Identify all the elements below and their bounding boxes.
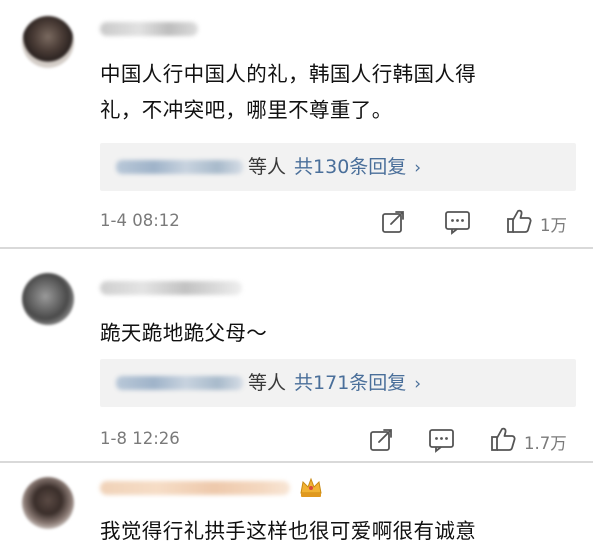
comment-text: 中国人行中国人的礼，韩国人行韩国人得 礼，不冲突吧，哪里不尊重了。 (100, 62, 477, 122)
like-count: 1万 (540, 216, 567, 235)
like-count: 1.7万 (524, 434, 567, 453)
comment-actions: 1-8 12:26 1.7万 (0, 425, 593, 455)
comment-text: 跪天跪地跪父母～ (100, 321, 268, 345)
comment-time: 1-4 08:12 (100, 211, 180, 230)
thumbs-up-icon[interactable] (506, 207, 534, 235)
reply-summary[interactable]: 等人 共171条回复 › (248, 369, 421, 398)
reply-count[interactable]: 共171条回复 (294, 372, 406, 394)
reply-preview[interactable]: 等人 共171条回复 › (100, 359, 576, 407)
comment-icon[interactable] (428, 427, 456, 453)
thumbs-up-icon[interactable] (490, 425, 518, 453)
username-blurred[interactable] (100, 22, 198, 36)
crown-icon (298, 475, 324, 503)
username-blurred[interactable] (100, 481, 290, 495)
chevron-right-icon: › (414, 374, 422, 394)
share-icon[interactable] (368, 427, 394, 453)
avatar[interactable] (22, 16, 74, 68)
avatar[interactable] (22, 477, 74, 529)
comment-time: 1-8 12:26 (100, 429, 180, 448)
reply-preview[interactable]: 等人 共130条回复 › (100, 143, 576, 191)
reply-usernames-blurred (116, 160, 243, 174)
reply-count[interactable]: 共130条回复 (294, 156, 406, 178)
comment-text: 我觉得行礼拱手这样也很可爱啊很有诚意 (100, 519, 477, 543)
share-icon[interactable] (380, 209, 406, 235)
comment-icon[interactable] (444, 209, 472, 235)
reply-summary[interactable]: 等人 共130条回复 › (248, 153, 421, 182)
comment-actions: 1-4 08:12 1万 (0, 207, 593, 237)
comment-card: 我觉得行礼拱手这样也很可爱啊很有诚意 (0, 463, 593, 543)
username-blurred[interactable] (100, 281, 242, 295)
reply-usernames-blurred (116, 376, 243, 390)
avatar[interactable] (22, 273, 74, 325)
comment-card: 中国人行中国人的礼，韩国人行韩国人得 礼，不冲突吧，哪里不尊重了。 等人 共130… (0, 0, 593, 247)
comment-card: 跪天跪地跪父母～ 等人 共171条回复 › 1-8 12:26 1.7万 (0, 249, 593, 461)
chevron-right-icon: › (414, 158, 422, 178)
